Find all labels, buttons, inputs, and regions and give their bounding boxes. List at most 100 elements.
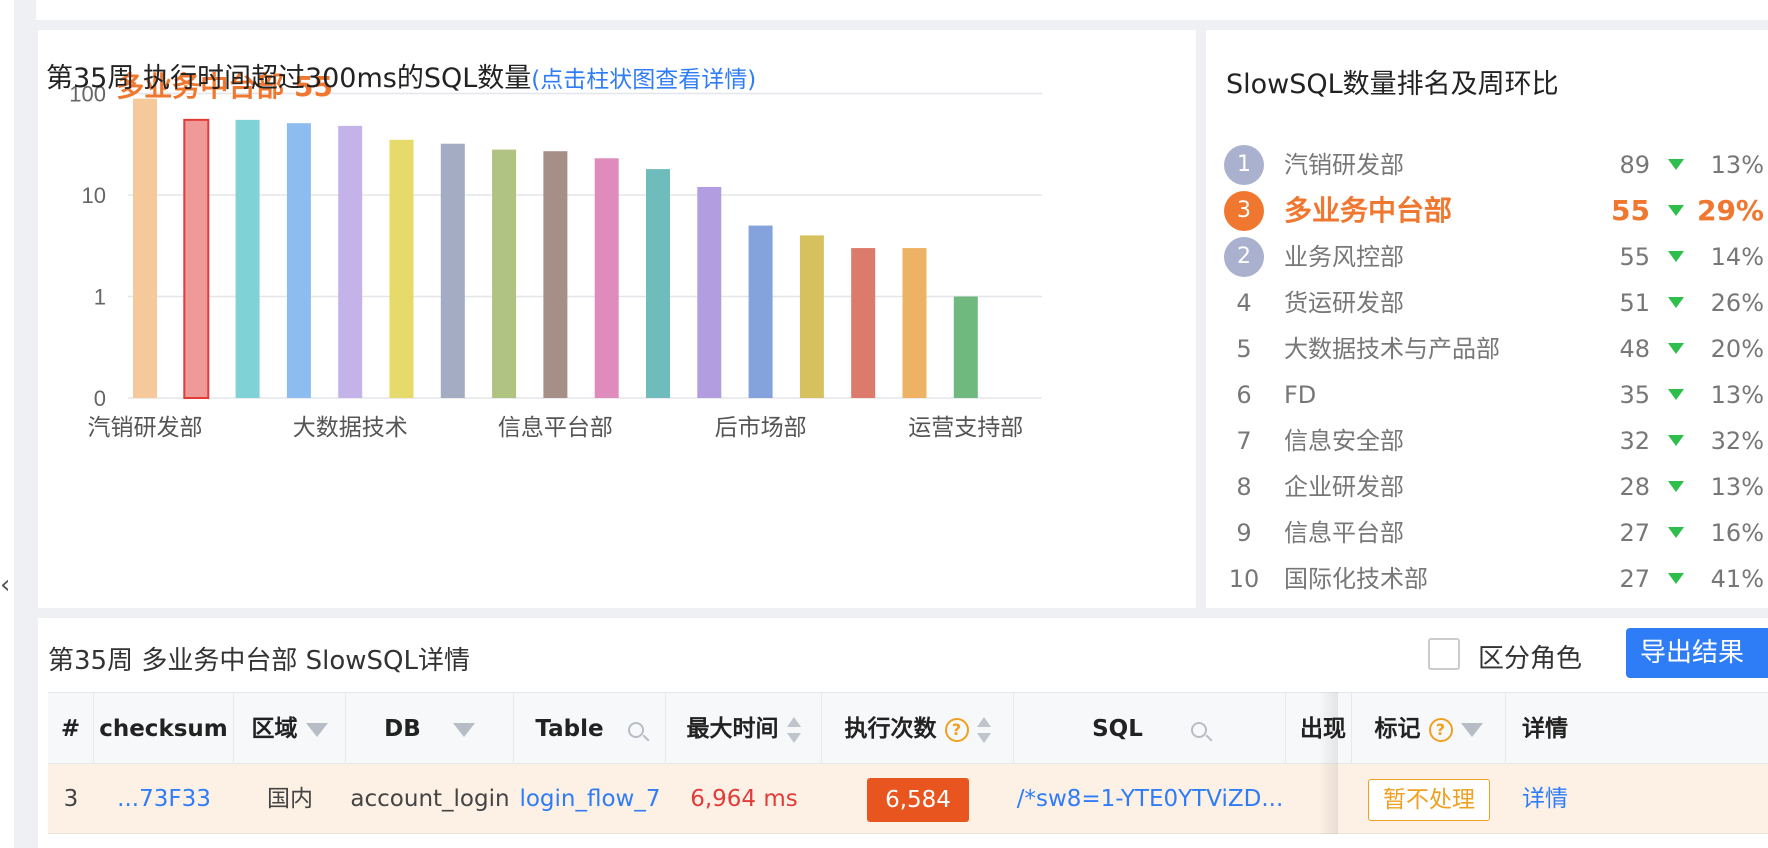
col-exec-count-label: 执行次数 — [844, 716, 937, 742]
rank-number: 2 — [1224, 237, 1264, 277]
rank-pct: 29% — [1696, 194, 1764, 227]
ranking-row[interactable]: 8 企业研发部 28 13% — [1224, 463, 1768, 509]
bar-chart[interactable]: 0110100汽销研发部 大数据技术 信息平台部 后市场部 运营支持部多业务中台部 55 — [38, 30, 1196, 608]
rank-pct: 13% — [1710, 151, 1764, 179]
chart-subtitle-link[interactable]: (点击柱状图查看详情) — [531, 67, 756, 93]
mark-button[interactable]: 暂不处理 — [1368, 778, 1490, 821]
col-table: Table — [514, 693, 666, 765]
y-tick-label: 1 — [94, 285, 106, 310]
bar[interactable] — [953, 296, 978, 399]
col-region-label: 区域 — [251, 716, 298, 742]
cell-mark: 暂不处理 — [1352, 764, 1506, 834]
ranking-row[interactable]: 7 信息安全部 32 32% — [1224, 417, 1768, 463]
x-tick-label: 运营支持部 — [908, 415, 1023, 441]
bar[interactable] — [543, 151, 568, 398]
fixed-column-shadow — [1318, 692, 1338, 834]
collapse-icon[interactable]: ‹ — [0, 570, 10, 600]
bar[interactable] — [902, 248, 927, 398]
ranking-row[interactable]: 5 大数据技术与产品部 48 20% — [1224, 325, 1768, 371]
rank-count: 51 — [1619, 289, 1650, 317]
bar[interactable] — [338, 125, 363, 399]
x-tick-label: 信息平台部 — [498, 415, 613, 441]
export-button[interactable]: 导出结果 — [1626, 628, 1768, 678]
filter-icon[interactable] — [1460, 722, 1483, 737]
chart-panel: 0 1 10 100 汽销研发部 大数据技术 信息平台部 后市场部 运营支持部 多业务中台部 55… — [38, 30, 1196, 608]
down-arrow-icon — [1668, 573, 1684, 584]
rank-number: 7 — [1236, 427, 1252, 455]
rank-number: 9 — [1236, 519, 1252, 547]
help-icon[interactable]: ? — [1428, 717, 1453, 742]
bar[interactable] — [235, 119, 260, 399]
ranking-row[interactable]: 3 多业务中台部 55 29% — [1224, 187, 1768, 233]
table-header: # checksum 区域 DB Table 最大时间 执行次数 ? SQL 出… — [48, 692, 1768, 765]
rank-number: 6 — [1236, 381, 1252, 409]
sort-icon[interactable] — [976, 715, 991, 745]
bar[interactable] — [697, 186, 722, 398]
cell-region: 国内 — [267, 786, 313, 812]
bar[interactable] — [799, 235, 824, 398]
cell-detail-link[interactable]: 详情 — [1506, 764, 1768, 834]
cell-checksum-link[interactable]: ...73F33 — [94, 764, 234, 834]
cell-db: account_login — [350, 786, 510, 812]
col-mark: 标记 ? — [1352, 693, 1506, 765]
down-arrow-icon — [1668, 297, 1684, 308]
role-checkbox[interactable] — [1428, 638, 1460, 670]
table-row[interactable]: 3 ...73F33 国内 account_login login_flow_7… — [48, 764, 1768, 834]
rank-dept-name: 信息安全部 — [1284, 427, 1404, 455]
search-icon[interactable] — [1190, 721, 1207, 738]
y-tick-label: 0 — [94, 386, 106, 411]
exec-count-badge: 6,584 — [867, 777, 969, 822]
ranking-row[interactable]: 4 货运研发部 51 26% — [1224, 279, 1768, 325]
col-index-label: # — [60, 716, 81, 742]
rank-number: 5 — [1236, 335, 1252, 363]
role-checkbox-label[interactable]: 区分角色 — [1478, 638, 1582, 675]
bar[interactable] — [748, 225, 773, 398]
ranking-row[interactable]: 9 信息平台部 27 16% — [1224, 509, 1768, 555]
ranking-row[interactable]: 1 汽销研发部 89 13% — [1224, 141, 1768, 187]
ranking-row[interactable]: 6 FD 35 13% — [1224, 371, 1768, 417]
col-checksum: checksum — [94, 693, 234, 765]
rank-number: 4 — [1236, 289, 1252, 317]
ranking-title: SlowSQL数量排名及周环比 — [1226, 69, 1559, 100]
col-checksum-label: checksum — [99, 716, 228, 742]
bar[interactable] — [851, 248, 876, 398]
rank-dept-name: 信息平台部 — [1284, 519, 1404, 547]
col-max-time: 最大时间 — [666, 693, 822, 765]
bar[interactable] — [646, 169, 670, 398]
bar[interactable] — [183, 118, 210, 400]
ranking-row[interactable]: 2 业务风控部 55 14% — [1224, 233, 1768, 279]
down-arrow-icon — [1668, 159, 1684, 170]
filter-icon[interactable] — [452, 722, 475, 737]
down-arrow-icon — [1668, 527, 1684, 538]
help-icon[interactable]: ? — [944, 717, 969, 742]
rank-pct: 13% — [1710, 381, 1764, 409]
bar[interactable] — [286, 123, 311, 398]
bar[interactable] — [389, 139, 414, 398]
x-tick-label: 汽销研发部 — [88, 415, 203, 441]
col-sql-label: SQL — [1092, 716, 1143, 742]
rank-pct: 14% — [1710, 243, 1764, 271]
x-tick-label: 后市场部 — [715, 415, 807, 441]
col-detail: 详情 — [1506, 693, 1768, 765]
cell-sql-link[interactable]: /*sw8=1-YTE0YTViZD... — [1014, 764, 1286, 834]
rank-count: 28 — [1619, 473, 1650, 501]
ranking-list: 1 汽销研发部 89 13% 3 多业务中台部 55 29% 2 业务风控部 55 14% 4 货运研发部… — [1224, 141, 1768, 601]
sort-icon[interactable] — [786, 715, 801, 745]
rank-dept-name: FD — [1284, 381, 1317, 409]
bar[interactable] — [440, 143, 465, 398]
cell-index: 3 — [63, 786, 79, 812]
bar[interactable] — [133, 98, 157, 399]
rank-pct: 32% — [1710, 427, 1764, 455]
cell-max-time: 6,964 ms — [690, 786, 798, 812]
col-db: DB — [346, 693, 514, 765]
search-icon[interactable] — [627, 721, 644, 738]
ranking-row[interactable]: 10 国际化技术部 27 41% — [1224, 555, 1768, 601]
rank-pct: 16% — [1710, 519, 1764, 547]
cell-table-link[interactable]: login_flow_7 — [514, 764, 666, 834]
col-mark-label: 标记 — [1374, 716, 1421, 742]
bar[interactable] — [492, 149, 517, 398]
bar[interactable] — [594, 158, 619, 398]
rank-dept-name: 大数据技术与产品部 — [1284, 335, 1500, 363]
filter-icon[interactable] — [305, 722, 328, 737]
col-detail-label: 详情 — [1522, 716, 1568, 742]
